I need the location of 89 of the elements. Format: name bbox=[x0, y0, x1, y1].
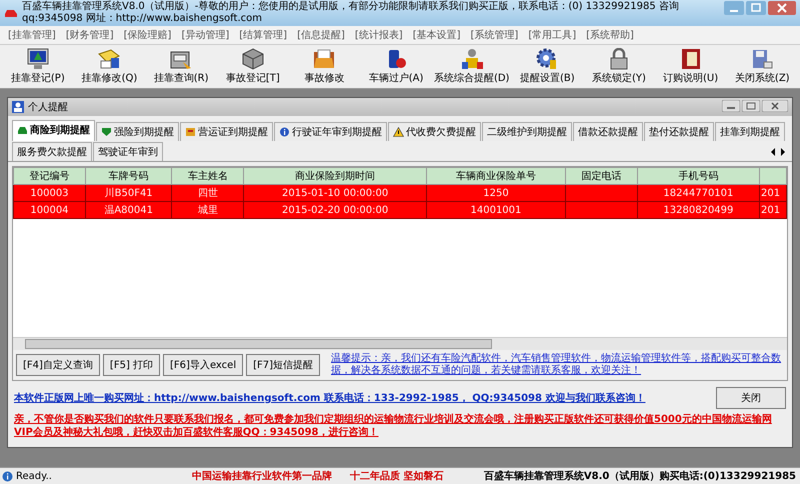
column-header[interactable]: 车主姓名 bbox=[172, 168, 244, 184]
person-icon bbox=[12, 101, 24, 113]
car-icon bbox=[17, 125, 28, 135]
tab[interactable]: 行驶证年审到期提醒 bbox=[274, 122, 387, 141]
menu-item[interactable]: [保险理赔] bbox=[124, 28, 172, 42]
tab[interactable]: 垫付还款提醒 bbox=[644, 122, 714, 141]
maximize-icon[interactable] bbox=[746, 1, 766, 15]
toolbar-button[interactable]: 挂靠查询(R) bbox=[145, 47, 217, 86]
shield-icon bbox=[101, 127, 112, 137]
column-header[interactable]: 车牌号码 bbox=[85, 168, 172, 184]
notice-text: 亲，不管你是否购买我们的软件只要联系我们报名，都可免费参加我们定期组织的运输物流行业培训及交流会哦，注册购买正版软件还可获得价值5000元的中国物流运输网VIP会员及神秘大礼包哦，赶快双击加百盛软件客服QQ：9345098，进行咨询！ bbox=[13, 412, 773, 440]
notebook-icon bbox=[97, 48, 122, 70]
people-icon bbox=[460, 48, 484, 70]
table-cell: 1250 bbox=[426, 184, 566, 202]
menu-item[interactable]: [结算管理] bbox=[239, 28, 288, 42]
table-cell: 201 bbox=[760, 184, 786, 202]
tab[interactable]: 二级维护到期提醒 bbox=[482, 122, 572, 141]
toolbar-button[interactable]: 挂靠修改(Q) bbox=[74, 47, 146, 86]
table-cell: 城里 bbox=[172, 202, 244, 218]
table-cell: 川B50F41 bbox=[85, 184, 172, 202]
toolbar-button[interactable]: 车辆过户(A) bbox=[360, 47, 432, 86]
cube-icon bbox=[240, 48, 265, 70]
table-cell: 18244770101 bbox=[637, 184, 760, 202]
folder-icon bbox=[312, 48, 336, 70]
tab[interactable]: 服务费欠款提醒 bbox=[12, 142, 92, 161]
toolbar-button[interactable]: 关闭系统(Z) bbox=[726, 47, 798, 86]
tab[interactable]: 借款还款提醒 bbox=[573, 122, 643, 141]
menu-item[interactable]: [信息提醒] bbox=[297, 28, 345, 42]
toolbar-button[interactable]: 系统锁定(Y) bbox=[583, 47, 655, 86]
table-cell: 100003 bbox=[14, 184, 86, 202]
tab[interactable]: 代收费欠费提醒 bbox=[388, 122, 481, 141]
toolbar-button[interactable]: 事故修改 bbox=[288, 47, 360, 86]
minimize-icon[interactable] bbox=[722, 100, 740, 112]
info-icon bbox=[279, 127, 290, 137]
column-header[interactable]: 固定电话 bbox=[565, 168, 638, 184]
tab[interactable]: 商险到期提醒 bbox=[12, 120, 95, 141]
table-cell: 100004 bbox=[14, 202, 86, 218]
tab[interactable]: 营运证到期提醒 bbox=[180, 122, 273, 141]
menu-item[interactable]: [基本设置] bbox=[412, 28, 460, 42]
menu-item[interactable]: [财务管理] bbox=[66, 28, 114, 42]
motto-text: 十二年品质 坚如磐石 bbox=[350, 470, 444, 483]
disk-icon bbox=[750, 48, 774, 70]
table-cell: 201 bbox=[760, 202, 786, 218]
tab[interactable]: 挂靠到期提醒 bbox=[715, 122, 785, 141]
toolbar-button[interactable]: 系统综合提醒(D) bbox=[432, 47, 512, 86]
column-header[interactable]: 商业保险到期时间 bbox=[244, 168, 427, 184]
action-button[interactable]: [F4]自定义查询 bbox=[16, 354, 100, 376]
table-cell: 13280820499 bbox=[637, 202, 760, 218]
tab[interactable]: 驾驶证年审到 bbox=[93, 142, 163, 161]
toolbar-button[interactable]: 订购说明(U) bbox=[654, 47, 726, 86]
toolbar-button[interactable]: 事故登记[T] bbox=[216, 47, 289, 86]
action-button[interactable]: [F7]短信提醒 bbox=[246, 354, 320, 376]
tab[interactable]: 强险到期提醒 bbox=[96, 122, 179, 141]
table-cell: 14001001 bbox=[426, 202, 566, 218]
info-link[interactable]: 本软件正版网上唯一购买网址：http://www.baishengsoft.com 联系电话：133-2992-1985， QQ:9345098 欢迎与我们联系咨询！ bbox=[14, 391, 696, 405]
table-cell: 2015-02-20 00:00:00 bbox=[244, 202, 427, 218]
product-text: 百盛车辆挂靠管理系统V8.0（试用版）购买电话:(0)13329921985 bbox=[484, 469, 797, 483]
toolbar-button[interactable]: 挂靠登记(P) bbox=[2, 47, 74, 86]
horizontal-scrollbar[interactable] bbox=[13, 337, 787, 350]
card-icon bbox=[185, 127, 196, 137]
column-header[interactable]: 车辆商业保险单号 bbox=[426, 168, 566, 184]
menu-item[interactable]: [系统管理] bbox=[470, 28, 518, 42]
monitor-icon bbox=[26, 48, 50, 70]
window-title: 百盛车辆挂靠管理系统V8.0（试用版）-尊敬的用户：您使用的是试用版，有部分功能限制请联系我们购买正版，联系电话：(0) 13329921985 咨询qq:9345098 网址：http://www.baishengsoft.com bbox=[22, 1, 680, 25]
table-cell: 四世 bbox=[172, 184, 244, 202]
action-button[interactable]: [F6]导入excel bbox=[163, 354, 244, 376]
close-icon[interactable] bbox=[768, 1, 796, 15]
warning-icon bbox=[393, 127, 404, 137]
status-text: Ready.. bbox=[16, 470, 52, 482]
slogan-text: 中国运输挂靠行业软件第一品牌 bbox=[192, 470, 332, 483]
menu-item[interactable]: [异动管理] bbox=[181, 28, 230, 42]
menu-item[interactable]: [常用工具] bbox=[528, 28, 576, 42]
action-button[interactable]: [F5] 打印 bbox=[102, 354, 160, 376]
menu-item[interactable]: [统计报表] bbox=[354, 28, 403, 42]
hint-text: 温馨提示：亲，我们还有车险汽配软件，汽车销售管理软件，物流运输管理软件等，搭配购买可整合数据，解决各系统数据不互通的问题，若关键需请联系客服，欢迎关注！ bbox=[331, 353, 782, 377]
close-button[interactable]: 关闭 bbox=[716, 387, 786, 409]
minimize-icon[interactable] bbox=[724, 1, 744, 15]
dialog-title: 个人提醒 bbox=[28, 101, 69, 114]
info-icon bbox=[2, 470, 13, 482]
menu-item[interactable]: [系统帮助] bbox=[586, 28, 634, 42]
menu-item[interactable]: [挂靠管理] bbox=[8, 28, 56, 42]
table-cell: 2015-01-10 00:00:00 bbox=[244, 184, 427, 202]
column-header[interactable]: 手机号码 bbox=[637, 168, 760, 184]
toolbar-button[interactable]: 提醒设置(B) bbox=[511, 47, 584, 86]
maximize-icon[interactable] bbox=[742, 100, 760, 112]
car-icon bbox=[4, 8, 18, 18]
column-header[interactable]: 登记编号 bbox=[14, 168, 86, 184]
close-icon[interactable] bbox=[762, 100, 788, 112]
table-cell: 温A80041 bbox=[85, 202, 172, 218]
